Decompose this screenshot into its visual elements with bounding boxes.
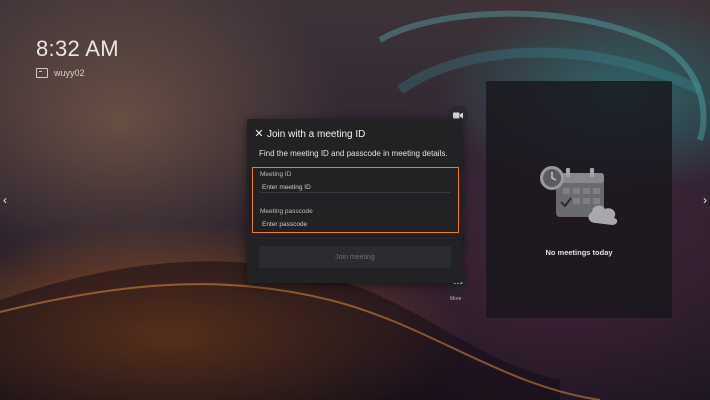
more-label: More <box>450 296 462 302</box>
clock-time: 8:32 AM <box>36 36 119 61</box>
dialog-title: Join with a meeting ID <box>267 129 366 140</box>
device-info: wuyy02 <box>36 68 85 78</box>
passcode-field: Meeting passcode <box>260 208 450 229</box>
passcode-input[interactable] <box>260 220 450 229</box>
meeting-id-field: Meeting ID <box>260 171 450 193</box>
meetings-panel: No meetings today <box>486 81 672 318</box>
meeting-id-input[interactable] <box>260 183 450 192</box>
no-meetings-text: No meetings today <box>545 248 613 257</box>
display-icon <box>36 68 48 78</box>
join-meeting-button[interactable]: Join meeting <box>259 246 451 268</box>
device-name: wuyy02 <box>54 68 85 78</box>
right-edge-arrow[interactable]: › <box>700 193 710 207</box>
video-camera-icon <box>453 112 463 118</box>
dialog-description: Find the meeting ID and passcode in meet… <box>259 149 448 158</box>
meeting-fields-group: Meeting ID Meeting passcode <box>252 167 459 233</box>
passcode-label: Meeting passcode <box>260 208 313 215</box>
meeting-id-divider <box>260 192 450 193</box>
left-edge-arrow[interactable]: ‹ <box>0 193 10 207</box>
calendar-clock-illustration <box>540 166 618 225</box>
meeting-id-label: Meeting ID <box>260 171 292 178</box>
join-meeting-dialog: ✕ Join with a meeting ID Find the meetin… <box>247 119 462 283</box>
close-button[interactable]: ✕ <box>253 128 265 140</box>
